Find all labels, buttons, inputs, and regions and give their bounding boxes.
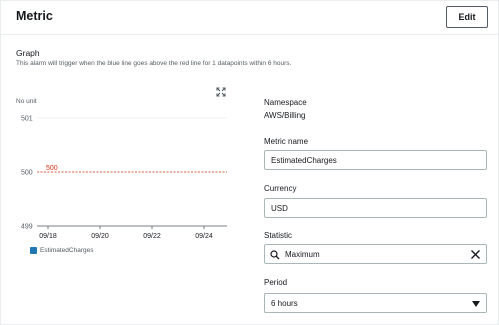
y-tick-label: 501 [21,116,33,123]
edit-button[interactable]: Edit [446,6,488,28]
metric-name-label: Metric name [264,137,309,146]
threshold-label: 500 [46,165,58,172]
clear-icon[interactable] [470,249,481,260]
metric-name-field[interactable]: EstimatedCharges [264,150,487,170]
expand-icon[interactable] [216,87,226,97]
legend-swatch [30,247,37,254]
caret-down-icon [472,301,480,307]
panel-title: Metric [16,9,53,23]
statistic-field[interactable]: Maximum [264,244,487,264]
statistic-label: Statistic [264,231,293,240]
period-select[interactable]: 6 hours [264,293,487,313]
graph-title: Graph [16,48,40,58]
currency-field[interactable]: USD [264,198,487,218]
metric-name-value: EstimatedCharges [271,155,337,165]
y-tick-label: 499 [21,224,33,231]
period-label: Period [264,278,288,287]
namespace-label: Namespace [264,98,307,107]
x-tick-label: 09/24 [195,233,213,240]
x-tick-label: 09/18 [39,233,57,240]
currency-label: Currency [264,184,297,193]
chart-legend: EstimatedCharges [30,247,93,254]
search-icon [270,250,280,260]
metric-panel: Metric Edit Graph This alarm will trigge… [0,0,499,325]
panel-header: Metric Edit [1,1,498,35]
currency-value: USD [271,203,288,213]
legend-label: EstimatedCharges [40,247,94,254]
y-tick-label: 500 [21,170,33,177]
metric-chart: 500 499 500 501 09/18 09/20 09/22 09/24 [21,116,227,240]
x-tick-label: 09/22 [143,233,161,240]
x-tick-label: 09/20 [91,233,109,240]
period-value: 6 hours [271,298,298,308]
graph-description: This alarm will trigger when the blue li… [16,60,292,67]
statistic-value: Maximum [285,250,320,259]
namespace-value: AWS/Billing [264,111,306,120]
y-axis-unit-label: No unit [16,98,37,105]
